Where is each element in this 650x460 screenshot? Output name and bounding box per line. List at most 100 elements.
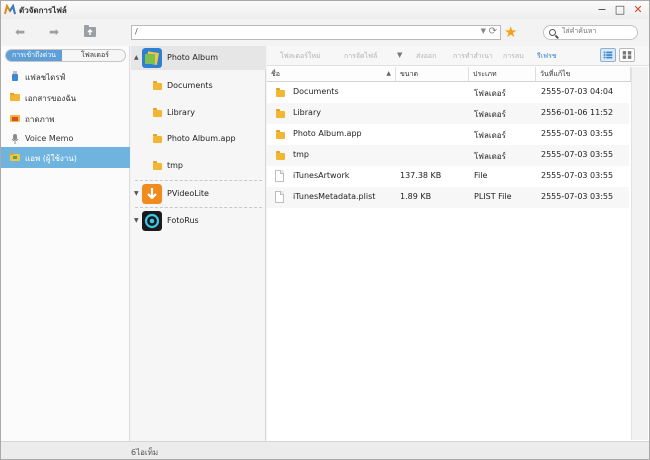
item-count: 6ไอเท็ม (131, 448, 159, 457)
folder-icon (153, 134, 162, 143)
sidebar-item-label: ถาดภาพ (25, 115, 55, 124)
file-modified: 2555-07-03 03:55 (541, 129, 614, 138)
expand-arrow-icon[interactable]: ▼ (134, 217, 139, 224)
file-name: iTunesArtwork (293, 171, 350, 180)
tree-divider (135, 180, 262, 181)
file-modified: 2555-07-03 03:55 (541, 171, 614, 180)
documents-icon (10, 93, 20, 101)
minimize-button[interactable]: − (594, 2, 610, 18)
photo-album-app-icon (142, 48, 162, 68)
file-modified: 2555-07-03 04:04 (541, 87, 614, 96)
fotorus-app-icon (142, 211, 162, 231)
folder-icon (276, 88, 285, 97)
address-bar[interactable]: / ▼ ⟳ (131, 25, 501, 40)
column-header-modified[interactable]: วันที่แก้ไข (536, 67, 631, 81)
address-path: / (135, 27, 138, 36)
tree-folder-tmp[interactable]: tmp (131, 156, 266, 176)
delete-button[interactable]: การลบ (503, 51, 524, 62)
sidebar-item-label: เอกสารของฉัน (25, 94, 77, 103)
folder-icon (153, 81, 162, 90)
file-list-panel: โฟลเดอร์ใหม่ การจัดไฟล์ ▼ ส่งออก การทำสำ… (267, 46, 649, 441)
app-tree-item-photo-album[interactable]: ▲ Photo Album (131, 46, 266, 70)
status-bar: 6ไอเท็ม (1, 441, 649, 459)
tree-folder-documents[interactable]: Documents (131, 76, 266, 96)
file-type: โฟลเดอร์ (474, 89, 506, 98)
sidebar-item-user-apps[interactable]: แอพ (ผู้ใช้งาน) (1, 147, 130, 168)
folder-icon (276, 109, 285, 118)
file-icon (275, 170, 284, 182)
list-view-icon[interactable] (600, 48, 616, 62)
tree-folder-photo-album-app[interactable]: Photo Album.app (131, 129, 266, 149)
sidebar-item-camera-roll[interactable]: ถาดภาพ (1, 108, 130, 128)
refresh-button[interactable]: รีเฟรช (537, 51, 557, 62)
table-row[interactable]: Documents โฟลเดอร์ 2555-07-03 04:04 (267, 82, 629, 103)
manage-files-dropdown-icon[interactable]: ▼ (397, 51, 402, 59)
sidebar-item-label: แฟลชไดรฟ์ (25, 73, 66, 82)
file-type: โฟลเดอร์ (474, 131, 506, 140)
table-row[interactable]: iTunesArtwork 137.38 KB File 2555-07-03 … (267, 166, 629, 187)
file-type: โฟลเดอร์ (474, 110, 506, 119)
grid-view-icon[interactable] (619, 48, 635, 62)
app-name: Photo Album (167, 53, 218, 62)
vertical-scrollbar[interactable] (631, 67, 648, 440)
app-tree-item-pvideolite[interactable]: ▼ PVideoLite (131, 182, 266, 206)
search-input[interactable] (562, 27, 634, 35)
sidebar-item-voice-memo[interactable]: Voice Memo (1, 129, 130, 149)
usb-drive-icon (12, 71, 18, 81)
table-row[interactable]: tmp โฟลเดอร์ 2555-07-03 03:55 (267, 145, 629, 166)
forward-button[interactable]: ➡ (45, 24, 63, 40)
file-type: File (474, 171, 488, 180)
folder-icon (276, 130, 285, 139)
app-tree-item-fotorus[interactable]: ▼ FotoRus (131, 209, 266, 233)
table-row[interactable]: Library โฟลเดอร์ 2556-01-06 11:52 (267, 103, 629, 124)
favorite-star-icon[interactable]: ★ (504, 24, 517, 40)
sidebar-item-my-documents[interactable]: เอกสารของฉัน (1, 87, 130, 107)
sidebar-item-flash-drive[interactable]: แฟลชไดรฟ์ (1, 66, 130, 86)
app-tree-panel: ▲ Photo Album Documents Library Photo Al… (131, 46, 266, 441)
column-header-name[interactable]: ชื่อ ▲ (267, 67, 396, 81)
file-size: 137.38 KB (400, 171, 442, 180)
file-modified: 2555-07-03 03:55 (541, 150, 614, 159)
file-name: Library (293, 108, 321, 117)
back-button[interactable]: ⬅ (11, 24, 29, 40)
pvideolite-app-icon (142, 184, 162, 204)
tree-folder-label: Photo Album.app (167, 134, 236, 143)
sidebar-item-label: Voice Memo (25, 134, 74, 143)
left-tab-group: การเข้าถึงด่วน โฟลเดอร์ (5, 49, 126, 62)
collapse-arrow-icon[interactable]: ▲ (134, 54, 139, 61)
copy-button[interactable]: การทำสำเนา (453, 51, 493, 62)
column-header-type[interactable]: ประเภท (469, 67, 536, 81)
search-icon (549, 29, 556, 36)
tree-folder-library[interactable]: Library (131, 103, 266, 123)
manage-files-button[interactable]: การจัดไฟล์ (344, 51, 377, 62)
microphone-icon (11, 134, 19, 144)
table-row[interactable]: Photo Album.app โฟลเดอร์ 2555-07-03 03:5… (267, 124, 629, 145)
address-dropdown-icon[interactable]: ▼ (481, 27, 486, 35)
file-modified: 2555-07-03 03:55 (541, 192, 614, 201)
title-bar: ตัวจัดการไฟล์ − □ ✕ (1, 1, 649, 19)
file-name: Documents (293, 87, 339, 96)
tab-quick-access[interactable]: การเข้าถึงด่วน (6, 50, 62, 61)
file-icon (275, 191, 284, 203)
file-name: tmp (293, 150, 310, 159)
maximize-button[interactable]: □ (612, 2, 628, 18)
tree-folder-label: tmp (167, 161, 184, 170)
tab-folders[interactable]: โฟลเดอร์ (64, 50, 126, 61)
search-box[interactable] (543, 25, 638, 40)
table-row[interactable]: iTunesMetadata.plist 1.89 KB PLIST File … (267, 187, 629, 208)
column-header-size[interactable]: ขนาด (396, 67, 469, 81)
left-sidebar: การเข้าถึงด่วน โฟลเดอร์ แฟลชไดรฟ์ เอกสาร… (1, 46, 130, 441)
column-header-label: ชื่อ (271, 70, 280, 78)
app-name: FotoRus (167, 216, 199, 225)
upload-folder-icon[interactable] (81, 24, 99, 40)
export-button[interactable]: ส่งออก (416, 51, 436, 62)
expand-arrow-icon[interactable]: ▼ (134, 190, 139, 197)
file-type: PLIST File (474, 192, 512, 201)
tree-folder-label: Documents (167, 81, 213, 90)
close-button[interactable]: ✕ (630, 2, 646, 18)
window-title: ตัวจัดการไฟล์ (19, 6, 67, 15)
new-folder-button[interactable]: โฟลเดอร์ใหม่ (280, 51, 321, 62)
camera-roll-icon (10, 115, 20, 122)
tree-divider (135, 207, 262, 208)
address-refresh-icon[interactable]: ⟳ (489, 26, 497, 37)
